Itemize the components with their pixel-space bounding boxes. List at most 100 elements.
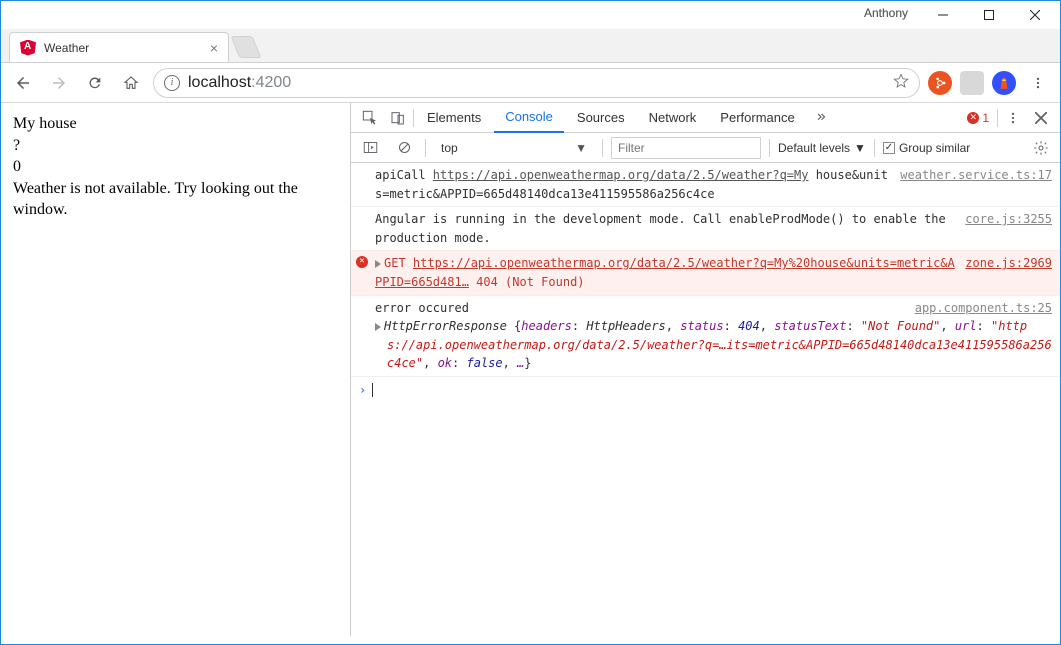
obj-key: url (955, 319, 977, 333)
tab-elements[interactable]: Elements (416, 103, 492, 133)
prompt-chevron-icon: › (359, 381, 366, 400)
bookmark-star-icon[interactable] (893, 73, 909, 92)
tab-performance[interactable]: Performance (709, 103, 805, 133)
content-area: My house ? 0 Weather is not available. T… (1, 103, 1060, 636)
console-toolbar: top ▼ Default levels ▼ ✓ Group similar (351, 133, 1060, 163)
close-button[interactable] (1012, 1, 1058, 29)
levels-label: Default levels (778, 141, 850, 155)
console-prompt[interactable]: › (351, 377, 1060, 404)
device-toolbar-icon[interactable] (385, 105, 411, 131)
chevron-down-icon: ▼ (575, 141, 587, 155)
devtools-panel: Elements Console Sources Network Perform… (351, 103, 1060, 636)
obj-value: 404 (738, 319, 760, 333)
tab-sources[interactable]: Sources (566, 103, 636, 133)
error-count: 1 (982, 111, 989, 125)
profile-name: Anthony (864, 6, 908, 20)
tab-title: Weather (44, 41, 202, 55)
error-count-badge[interactable]: ✕1 (967, 111, 989, 125)
console-log-row[interactable]: Angular is running in the development mo… (351, 207, 1060, 251)
window-footer (1, 636, 1060, 644)
extension-lighthouse-icon[interactable] (992, 71, 1016, 95)
text-cursor (372, 383, 373, 397)
obj-key: statusText (774, 319, 846, 333)
context-selector[interactable]: top ▼ (434, 138, 594, 158)
tab-close-icon[interactable]: × (210, 40, 218, 56)
source-link[interactable]: app.component.ts:25 (915, 299, 1052, 318)
window-titlebar: Anthony (1, 1, 1060, 29)
clear-console-icon[interactable] (391, 135, 417, 161)
obj-key: ok (438, 356, 452, 370)
obj-key: headers (521, 319, 572, 333)
obj-ellipsis: … (517, 356, 524, 370)
separator (425, 139, 426, 157)
minimize-button[interactable] (920, 1, 966, 29)
more-tabs-icon[interactable] (808, 105, 834, 131)
source-link[interactable]: zone.js:2969 (965, 254, 1052, 291)
error-icon: ✕ (356, 256, 368, 268)
obj-value: HttpHeaders (586, 319, 665, 333)
log-text: GET (384, 256, 413, 270)
extension-ubuntu-icon[interactable] (928, 71, 952, 95)
reload-button[interactable] (81, 69, 109, 97)
error-icon: ✕ (967, 112, 979, 124)
devtools-close-icon[interactable] (1028, 105, 1054, 131)
devtools-menu-icon[interactable] (1000, 105, 1026, 131)
new-tab-button[interactable] (231, 36, 262, 58)
address-bar[interactable]: i localhost:4200 (153, 68, 920, 98)
tab-network[interactable]: Network (638, 103, 708, 133)
obj-value: "Not Found" (861, 319, 940, 333)
log-url-link[interactable]: https://api.openweathermap.org/data/2.5/… (375, 256, 955, 289)
chevron-down-icon: ▼ (854, 141, 866, 155)
browser-menu-button[interactable] (1024, 69, 1052, 97)
checkbox-icon: ✓ (883, 142, 895, 154)
inspect-element-icon[interactable] (357, 105, 383, 131)
back-button[interactable] (9, 69, 37, 97)
console-error-row[interactable]: ✕ GET https://api.openweathermap.org/dat… (351, 251, 1060, 295)
log-text: error occured (375, 299, 469, 318)
url-host: localhost (188, 74, 251, 91)
log-status: 404 (Not Found) (469, 275, 585, 289)
browser-tab[interactable]: Weather × (9, 32, 229, 62)
maximize-button[interactable] (966, 1, 1012, 29)
obj-value: false (466, 356, 502, 370)
forward-button[interactable] (45, 69, 73, 97)
console-log-row[interactable]: apiCall https://api.openweathermap.org/d… (351, 163, 1060, 207)
page-body: My house ? 0 Weather is not available. T… (1, 103, 351, 636)
console-output: apiCall https://api.openweathermap.org/d… (351, 163, 1060, 636)
site-info-icon[interactable]: i (164, 75, 180, 91)
separator (602, 139, 603, 157)
separator (769, 139, 770, 157)
expand-arrow-icon[interactable] (375, 260, 381, 268)
separator (997, 109, 998, 127)
log-levels-selector[interactable]: Default levels ▼ (778, 141, 866, 155)
context-value: top (441, 141, 458, 155)
console-settings-icon[interactable] (1028, 135, 1054, 161)
separator (413, 109, 414, 127)
log-text: Angular is running in the development mo… (375, 210, 957, 247)
log-url-link[interactable]: https://api.openweathermap.org/data/2.5/… (433, 168, 809, 182)
source-link[interactable]: weather.service.ts:17 (900, 166, 1052, 203)
page-line-2: ? (13, 135, 338, 157)
source-link[interactable]: core.js:3255 (965, 210, 1052, 247)
group-similar-label: Group similar (899, 141, 970, 155)
separator (874, 139, 875, 157)
expand-arrow-icon[interactable] (375, 323, 381, 331)
tab-console[interactable]: Console (494, 103, 564, 133)
devtools-tabbar: Elements Console Sources Network Perform… (351, 103, 1060, 133)
tab-strip: Weather × (1, 29, 1060, 63)
page-line-4: Weather is not available. Try looking ou… (13, 178, 338, 221)
console-sidebar-toggle-icon[interactable] (357, 135, 383, 161)
obj-key: status (680, 319, 723, 333)
page-line-3: 0 (13, 156, 338, 178)
object-class: HttpErrorResponse (384, 319, 514, 333)
url-port: :4200 (251, 74, 291, 91)
browser-toolbar: i localhost:4200 (1, 63, 1060, 103)
browser-window: Anthony Weather × i localhost:4200 My ho… (0, 0, 1061, 645)
console-filter-input[interactable] (611, 137, 761, 159)
home-button[interactable] (117, 69, 145, 97)
angular-favicon (20, 40, 36, 56)
group-similar-toggle[interactable]: ✓ Group similar (883, 141, 970, 155)
console-log-row[interactable]: error occured app.component.ts:25 HttpEr… (351, 296, 1060, 377)
extension-gray-icon[interactable] (960, 71, 984, 95)
url-text: localhost:4200 (188, 74, 291, 92)
